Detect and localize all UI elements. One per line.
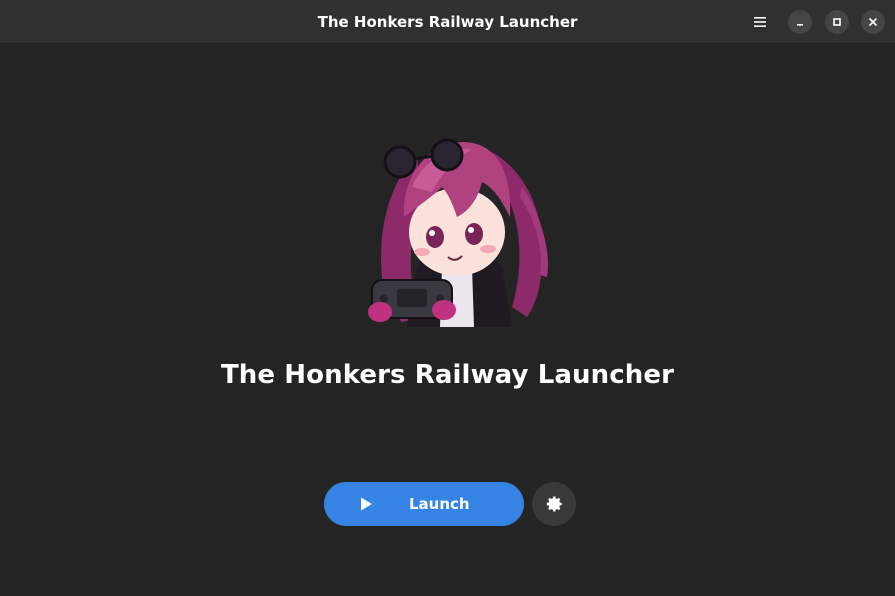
settings-button[interactable] bbox=[532, 482, 576, 526]
launch-button[interactable]: Launch bbox=[324, 482, 524, 526]
launch-label: Launch bbox=[409, 495, 470, 513]
main-menu-button[interactable] bbox=[748, 10, 772, 34]
minimize-icon bbox=[797, 24, 803, 26]
gear-icon bbox=[546, 496, 562, 512]
main-content: The Honkers Railway Launcher Launch bbox=[0, 45, 895, 596]
hamburger-menu-icon bbox=[754, 17, 766, 27]
app-title: The Honkers Railway Launcher bbox=[220, 360, 675, 390]
headerbar: The Honkers Railway Launcher bbox=[0, 0, 895, 44]
maximize-icon bbox=[833, 18, 841, 26]
mascot-illustration bbox=[368, 138, 548, 327]
launcher-window: The Honkers Railway Launcher The Honkers… bbox=[0, 0, 895, 596]
minimize-button[interactable] bbox=[788, 10, 812, 34]
close-button[interactable] bbox=[861, 10, 885, 34]
maximize-button[interactable] bbox=[825, 10, 849, 34]
close-icon bbox=[869, 18, 877, 26]
play-icon bbox=[361, 497, 372, 511]
